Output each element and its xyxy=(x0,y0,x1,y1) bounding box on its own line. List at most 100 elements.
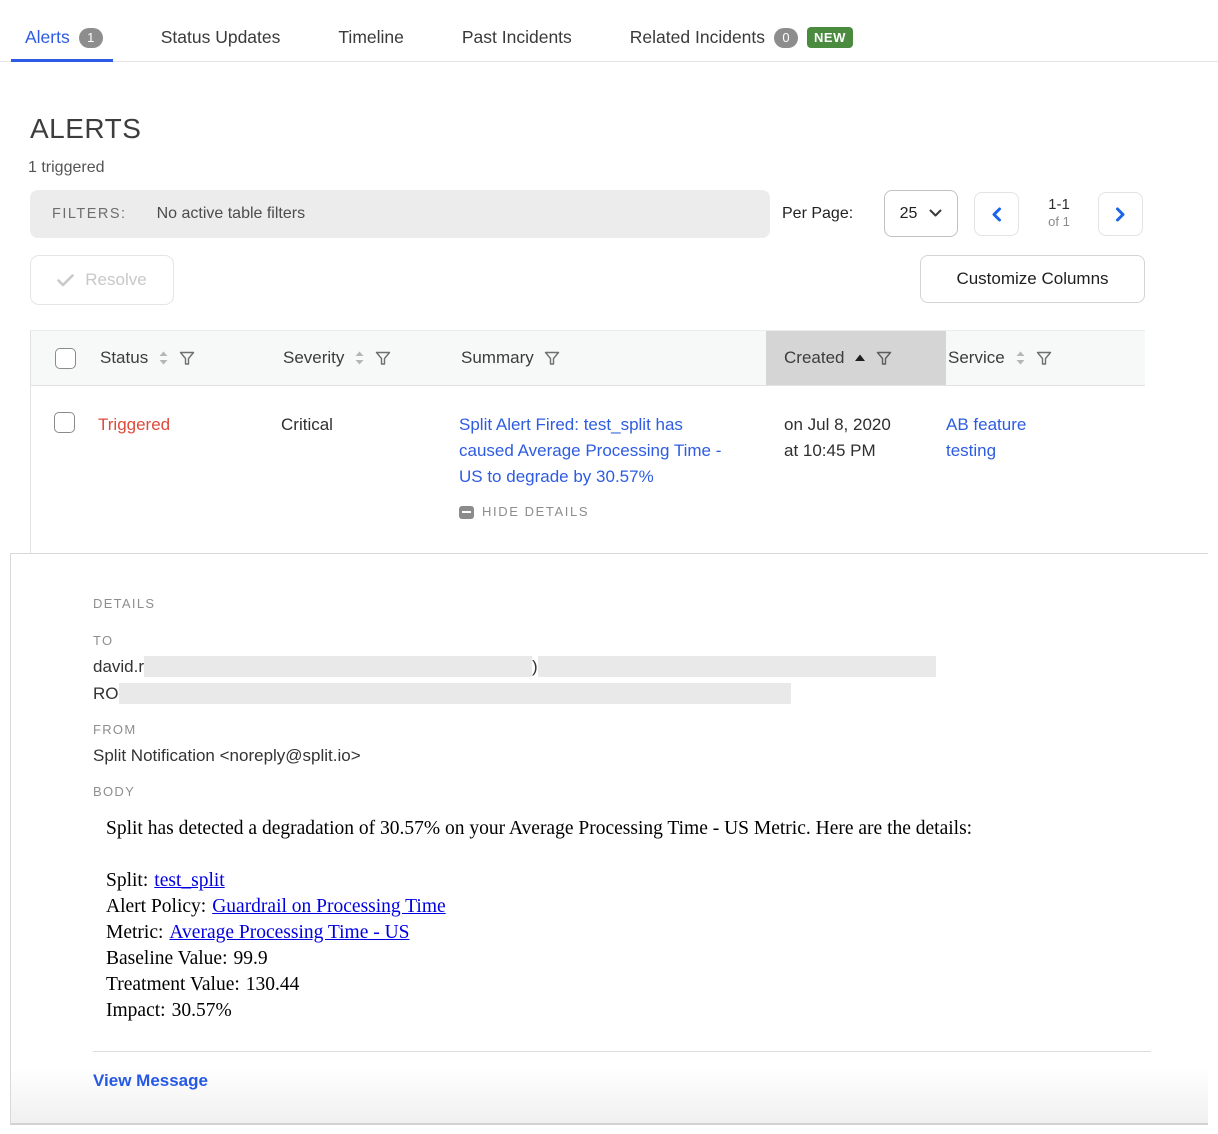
tab-timeline[interactable]: Timeline xyxy=(338,0,403,61)
new-feature-badge: NEW xyxy=(807,27,853,48)
chevron-left-icon xyxy=(991,207,1002,222)
field-value: 99.9 xyxy=(234,948,268,969)
filters-value: No active table filters xyxy=(157,205,306,223)
tab-related-incidents[interactable]: Related Incidents 0 NEW xyxy=(630,0,853,61)
customize-columns-label: Customize Columns xyxy=(956,269,1108,289)
email-field-impact: Impact: 30.57% xyxy=(106,998,1208,1024)
email-field-treatment: Treatment Value: 130.44 xyxy=(106,972,1208,998)
field-label: Alert Policy: xyxy=(106,896,206,917)
column-label: Status xyxy=(100,348,148,368)
service-link[interactable]: AB feature testing xyxy=(946,415,1026,460)
table-header-row: Status Severity Summary Created Service xyxy=(31,331,1145,386)
page-range-values: 1-1 xyxy=(1030,196,1088,213)
customize-columns-button[interactable]: Customize Columns xyxy=(920,255,1145,303)
filter-funnel-icon[interactable] xyxy=(375,351,391,366)
filter-funnel-icon[interactable] xyxy=(179,351,195,366)
column-header-status[interactable]: Status xyxy=(98,331,281,385)
column-label: Summary xyxy=(461,348,534,368)
column-header-created[interactable]: Created xyxy=(766,331,946,385)
body-label: BODY xyxy=(93,784,1208,799)
filter-funnel-icon[interactable] xyxy=(544,351,560,366)
to-fragment: david.r xyxy=(93,657,144,676)
field-label: Split: xyxy=(106,870,148,891)
select-all-checkbox[interactable] xyxy=(55,348,76,369)
hide-details-label: HIDE DETAILS xyxy=(482,499,589,525)
from-label: FROM xyxy=(93,722,1208,737)
alerts-page: Alerts 1 Status Updates Timeline Past In… xyxy=(0,0,1218,1134)
email-fields: Split: test_split Alert Policy: Guardrail … xyxy=(106,868,1208,1024)
sort-icon[interactable] xyxy=(1015,351,1026,365)
metric-link[interactable]: Average Processing Time - US xyxy=(169,922,409,943)
filter-funnel-icon[interactable] xyxy=(1036,351,1052,366)
previous-page-button[interactable] xyxy=(974,192,1019,236)
to-fragment: RO xyxy=(93,684,119,703)
email-intro: Split has detected a degradation of 30.5… xyxy=(106,816,1208,841)
tab-past-incidents[interactable]: Past Incidents xyxy=(462,0,572,61)
table-row: Triggered Critical Split Alert Fired: te… xyxy=(31,386,1145,555)
email-field-metric: Metric: Average Processing Time - US xyxy=(106,920,1208,946)
page-range: 1-1 of 1 xyxy=(1030,196,1088,229)
per-page-value: 25 xyxy=(900,205,918,223)
field-value: 130.44 xyxy=(246,974,300,995)
row-checkbox[interactable] xyxy=(54,412,75,433)
column-label: Created xyxy=(784,348,844,368)
collapse-minus-icon xyxy=(459,506,474,519)
next-page-button[interactable] xyxy=(1098,192,1143,236)
chevron-down-icon xyxy=(929,209,942,218)
alert-summary-link[interactable]: Split Alert Fired: test_split has caused… xyxy=(459,415,721,486)
tab-status-updates[interactable]: Status Updates xyxy=(161,0,281,61)
per-page-select[interactable]: 25 xyxy=(884,190,958,237)
sort-icon[interactable] xyxy=(354,351,365,365)
alerts-count-badge: 1 xyxy=(79,28,103,48)
details-divider xyxy=(93,1051,1151,1052)
severity-cell: Critical xyxy=(281,386,459,555)
column-header-service[interactable]: Service xyxy=(946,331,1146,385)
split-link[interactable]: test_split xyxy=(154,870,224,891)
triggered-count: 1 triggered xyxy=(28,159,105,177)
filters-label: FILTERS: xyxy=(52,206,127,222)
alert-policy-link[interactable]: Guardrail on Processing Time xyxy=(212,896,445,917)
field-label: Impact: xyxy=(106,1000,166,1021)
summary-cell: Split Alert Fired: test_split has caused… xyxy=(459,386,766,555)
hide-details-toggle[interactable]: HIDE DETAILS xyxy=(459,499,736,525)
redacted-block xyxy=(119,683,791,704)
field-value: 30.57% xyxy=(172,1000,232,1021)
column-label: Severity xyxy=(283,348,344,368)
field-label: Baseline Value: xyxy=(106,948,228,969)
field-label: Metric: xyxy=(106,922,163,943)
view-message-link[interactable]: View Message xyxy=(93,1071,208,1091)
field-label: Treatment Value: xyxy=(106,974,240,995)
details-title: DETAILS xyxy=(93,596,1208,611)
tab-alerts[interactable]: Alerts 1 xyxy=(25,0,103,61)
alert-details-panel: DETAILS TO david.r) RO FROM Split Notifi… xyxy=(10,553,1208,1125)
page-range-total: of 1 xyxy=(1030,214,1088,229)
sort-icon[interactable] xyxy=(158,351,169,365)
check-icon xyxy=(57,274,74,287)
redacted-block xyxy=(144,656,532,677)
alerts-table: Status Severity Summary Created Service xyxy=(30,330,1145,555)
column-header-summary[interactable]: Summary xyxy=(459,331,766,385)
from-value: Split Notification <noreply@split.io> xyxy=(93,742,1208,769)
email-field-baseline: Baseline Value: 99.9 xyxy=(106,946,1208,972)
page-title: ALERTS xyxy=(30,113,141,145)
status-cell: Triggered xyxy=(98,386,281,555)
filters-bar[interactable]: FILTERS: No active table filters xyxy=(30,190,770,238)
created-date: on Jul 8, 2020 xyxy=(784,412,946,438)
created-cell: on Jul 8, 2020 at 10:45 PM xyxy=(766,386,946,555)
tab-label: Alerts xyxy=(25,27,70,48)
column-header-severity[interactable]: Severity xyxy=(281,331,459,385)
tab-label: Related Incidents xyxy=(630,27,765,48)
resolve-label: Resolve xyxy=(85,270,146,290)
tab-label: Past Incidents xyxy=(462,27,572,48)
chevron-right-icon xyxy=(1115,207,1126,222)
per-page-label: Per Page: xyxy=(782,205,853,223)
filter-funnel-icon[interactable] xyxy=(876,351,892,366)
resolve-button[interactable]: Resolve xyxy=(30,255,174,305)
column-label: Service xyxy=(948,348,1005,368)
to-line-1: david.r) xyxy=(93,653,1208,680)
select-all-cell xyxy=(31,331,98,385)
email-field-split: Split: test_split xyxy=(106,868,1208,894)
email-body: Split has detected a degradation of 30.5… xyxy=(106,816,1208,1024)
sort-ascending-icon[interactable] xyxy=(854,354,866,362)
tab-label: Status Updates xyxy=(161,27,281,48)
